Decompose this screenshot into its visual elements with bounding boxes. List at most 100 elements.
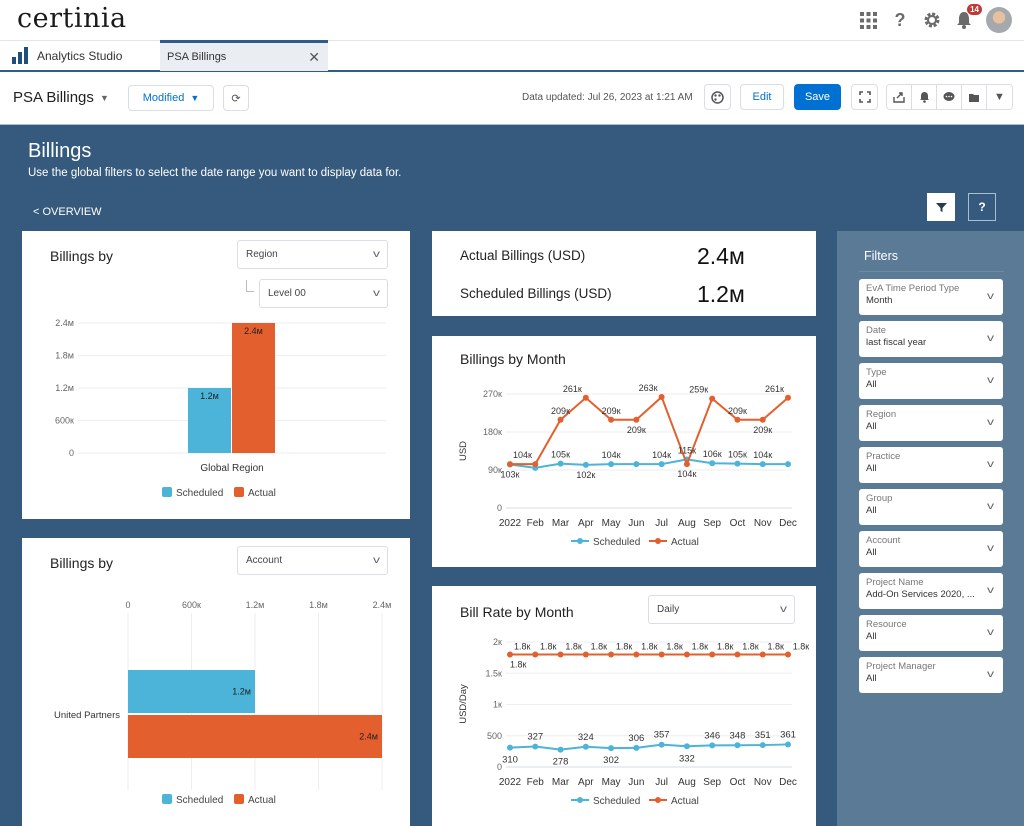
global-header: certinia ? 14 [0,0,1024,40]
filter-resource[interactable]: Resource All v [859,615,1003,651]
data-point-scheduled [507,744,513,751]
dashboard-menu-caret-icon[interactable]: ▼ [100,93,109,103]
dashboard-canvas: Billings Use the global filters to selec… [0,125,1024,826]
chevron-down-icon: v [987,669,994,680]
chevron-down-icon: v [987,333,994,344]
data-label-scheduled: 105к [551,450,570,460]
x-tick-label: May [602,777,621,788]
data-label-scheduled: 104к [602,450,621,460]
x-tick-label: Mar [552,518,570,529]
chevron-down-icon: v [987,291,994,302]
series-line-scheduled [509,458,788,469]
x-tick-label: Dec [779,777,797,788]
dashboard-toolbar: PSA Billings ▼ Modified ▼ ⟳ Data updated… [0,72,1024,125]
y-tick-label: 2.4м [55,318,74,328]
data-label-actual: 1.8к [742,642,759,652]
region-bar-chart: 0 600к 1.2м 1.8м 2.4м 1.2м 2.4м Global Region Sc… [55,318,386,499]
filter-label: EvA Time Period Type [866,283,960,294]
notifications-bell-icon[interactable]: 14 [954,4,982,30]
data-label-scheduled: 104к [753,450,772,460]
filter-group[interactable]: Group All v [859,489,1003,525]
filters-title: Filters [864,249,899,263]
chevron-down-icon: v [987,627,994,638]
caret-down-icon: ▼ [190,93,200,103]
data-label-actual: 209к [627,425,646,435]
data-point-scheduled [633,461,640,468]
legend-swatch-scheduled [162,794,172,804]
fullscreen-button[interactable] [851,84,878,110]
data-point-actual [582,394,589,401]
data-point-scheduled [709,742,716,749]
filter-funnel-icon [935,202,947,212]
edit-button[interactable]: Edit [740,84,784,110]
page-title: Billings [28,140,92,162]
filter-value: Month [866,295,893,306]
filter-account[interactable]: Account All v [859,531,1003,567]
filter-region[interactable]: Region All v [859,405,1003,441]
overview-link[interactable]: < OVERVIEW [33,206,102,218]
data-point-actual [683,461,690,468]
more-actions-caret-icon[interactable]: ▼ [987,85,1012,109]
user-avatar[interactable] [986,7,1012,33]
filter-type[interactable]: Type All v [859,363,1003,399]
filter-eva-time-period-type[interactable]: EvA Time Period Type Month v [859,279,1003,315]
data-point-actual [759,416,766,423]
chevron-down-icon: v [987,417,994,428]
app-launcher-icon[interactable] [858,10,878,30]
comments-icon[interactable] [937,85,962,109]
filter-project-name[interactable]: Project Name Add-On Services 2020, ... v [859,573,1003,609]
data-label-actual: 1.8к [641,642,658,652]
x-tick-label: Jul [655,777,668,788]
tab-bar: Analytics Studio PSA Billings ✕ [0,40,1024,72]
filter-value: last fiscal year [866,337,927,348]
y-tick-label: 2к [493,637,502,647]
data-point-actual [582,651,589,658]
data-point-actual [734,416,741,423]
page-subtitle: Use the global filters to select the dat… [28,167,402,179]
open-folder-icon[interactable] [962,85,987,109]
x-tick-label: Feb [527,518,545,529]
chevron-down-icon: v [987,543,994,554]
notification-count-badge: 14 [967,4,982,15]
share-icon[interactable] [887,85,912,109]
app-name[interactable]: Analytics Studio [12,47,122,64]
chevron-down-icon: v [987,375,994,386]
save-button[interactable]: Save [794,84,841,110]
x-tick-label: Nov [754,518,772,529]
notification-bell-icon[interactable] [912,85,937,109]
y-tick-label: 1к [493,700,502,710]
x-tick-label: 1.2м [246,600,265,610]
tab-psa-billings[interactable]: PSA Billings ✕ [160,40,328,71]
data-label-actual: 209к [551,406,570,416]
data-point-scheduled [683,743,690,750]
filter-practice[interactable]: Practice All v [859,447,1003,483]
setup-gear-icon[interactable] [922,10,942,30]
data-point-scheduled [532,743,539,750]
y-tick-label: 0 [69,448,74,458]
data-point-scheduled [658,461,665,468]
theme-button[interactable] [704,84,731,110]
certinia-logo: certinia [17,3,127,34]
close-tab-icon[interactable]: ✕ [308,49,320,66]
filter-label: Practice [866,451,901,462]
help-icon[interactable]: ? [890,10,910,30]
kpi-card: Actual Billings (USD) 2.4м Scheduled Bil… [432,231,816,316]
modified-button[interactable]: Modified ▼ [128,85,214,111]
refresh-button[interactable]: ⟳ [223,85,249,111]
data-updated-text: Data updated: Jul 26, 2023 at 1:21 AM [522,92,693,103]
filter-value: Add-On Services 2020, ... [866,589,975,600]
data-label-actual: 104к [513,450,532,460]
divider [859,271,1004,272]
bar-actual [232,323,275,453]
billings-by-month-card: Billings by Month 0 90к 180к 270к 2022 Feb Mar… [432,336,816,567]
legend-label-scheduled: Scheduled [593,796,640,807]
filter-project-manager[interactable]: Project Manager All v [859,657,1003,693]
analytics-bar-chart-icon [12,47,28,64]
y-tick-label: 0 [497,503,502,513]
filter-toggle-button[interactable] [927,193,955,221]
filter-date[interactable]: Date last fiscal year v [859,321,1003,357]
dashboard-help-button[interactable]: ? [968,193,996,221]
y-tick-label: 500 [487,731,502,741]
data-point-scheduled [734,742,741,749]
x-tick-label: 0 [125,600,130,610]
